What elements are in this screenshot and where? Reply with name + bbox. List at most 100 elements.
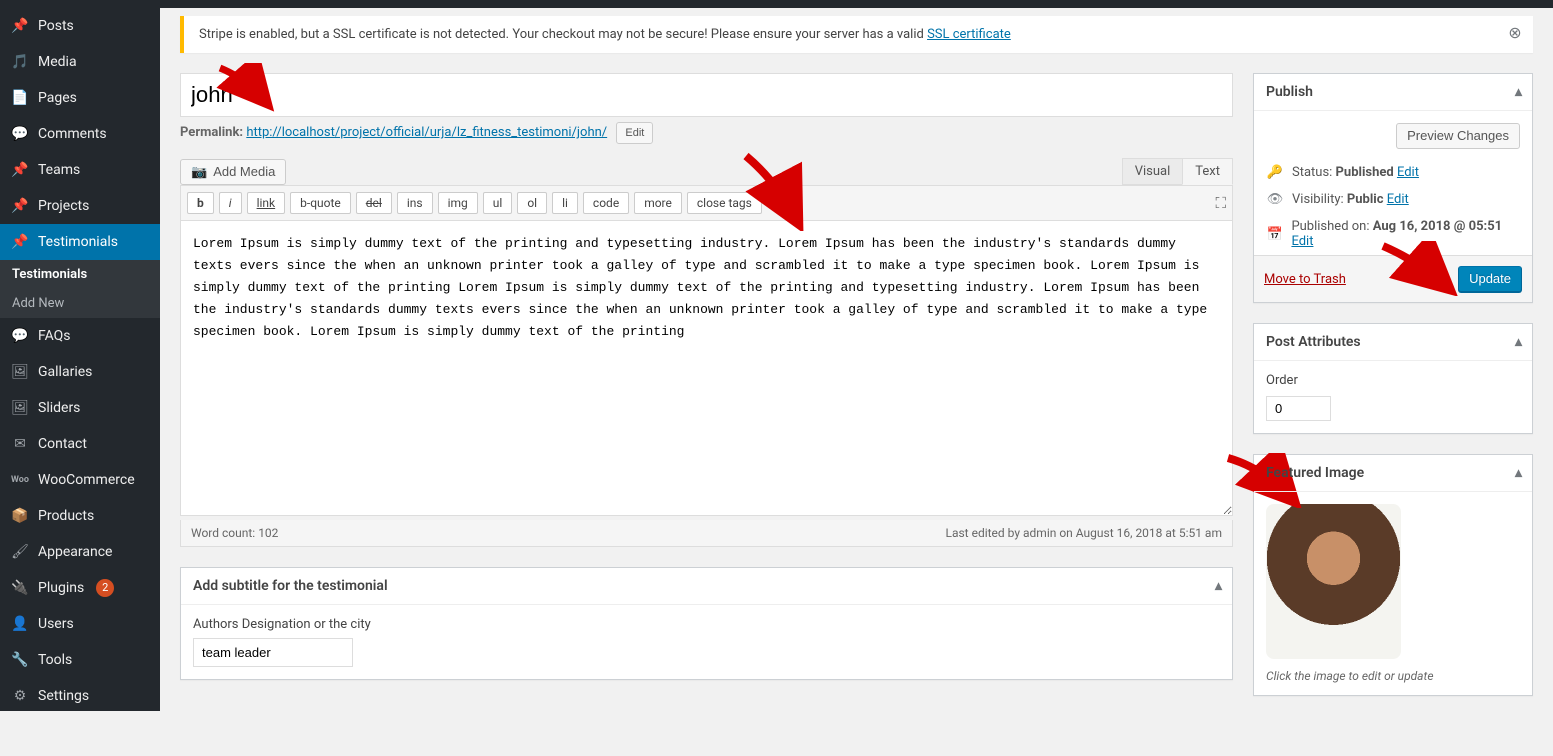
sidebar-item-label: Settings <box>38 688 89 704</box>
sidebar-item-users[interactable]: 👤Users <box>0 606 160 642</box>
qt-ins-button[interactable]: ins <box>397 192 433 214</box>
sidebar-item-plugins[interactable]: 🔌 Plugins 2 <box>0 570 160 606</box>
mail-icon: ✉ <box>10 434 30 454</box>
featured-image-metabox: Featured Image▴ Click the image to edit … <box>1253 454 1533 696</box>
wrench-icon: 🔧 <box>10 650 30 670</box>
sidebar-sub-add-new[interactable]: Add New <box>0 289 160 318</box>
sidebar-item-label: Teams <box>38 162 80 178</box>
qt-ol-button[interactable]: ol <box>517 192 547 214</box>
sidebar-item-label: Comments <box>38 126 107 142</box>
sidebar-item-media[interactable]: 🎵 Media <box>0 44 160 80</box>
notice-text: Stripe is enabled, but a SSL certificate… <box>199 27 927 42</box>
featured-image-thumbnail[interactable] <box>1266 504 1401 659</box>
sliders-icon: ⚙ <box>10 686 30 706</box>
eye-icon: 👁 <box>1266 192 1284 207</box>
word-count: Word count: 102 <box>191 526 278 540</box>
sidebar-item-label: Posts <box>38 18 74 34</box>
publish-metabox: Publish▴ Preview Changes 🔑Status: Publis… <box>1253 73 1533 303</box>
title-wrap <box>180 73 1233 117</box>
sidebar-item-label: Projects <box>38 198 89 214</box>
admin-toolbar <box>0 0 1553 8</box>
sidebar-item-label: WooCommerce <box>38 472 135 488</box>
sidebar-item-label: Sliders <box>38 400 80 416</box>
distraction-free-icon[interactable]: ⛶ <box>1215 194 1226 212</box>
toggle-icon[interactable]: ▴ <box>1215 578 1222 594</box>
qt-closetags-button[interactable]: close tags <box>687 192 762 214</box>
sidebar-item-contact[interactable]: ✉Contact <box>0 426 160 462</box>
plugins-update-badge: 2 <box>96 579 114 597</box>
media-icon: 🎵 <box>10 52 30 72</box>
qt-more-button[interactable]: more <box>634 192 682 214</box>
qt-li-button[interactable]: li <box>552 192 578 214</box>
add-media-button[interactable]: 📷Add Media <box>180 159 286 185</box>
editor-mode-tabs: Visual Text <box>1123 158 1233 185</box>
sidebar-item-label: Media <box>38 54 77 70</box>
ssl-certificate-link[interactable]: SSL certificate <box>927 27 1011 42</box>
sidebar-sub-testimonials-all[interactable]: Testimonials <box>0 260 160 289</box>
qt-ul-button[interactable]: ul <box>483 192 513 214</box>
permalink-url[interactable]: http://localhost/project/official/urja/l… <box>246 125 607 140</box>
edit-status-link[interactable]: Edit <box>1397 165 1419 180</box>
qt-code-button[interactable]: code <box>583 192 629 214</box>
plug-icon: 🔌 <box>10 578 30 598</box>
product-icon: 📦 <box>10 506 30 526</box>
pin-icon: 📌 <box>10 160 30 180</box>
qt-del-button[interactable]: del <box>356 192 392 214</box>
sidebar-item-pages[interactable]: 📄Pages <box>0 80 160 116</box>
pin-icon: 📌 <box>10 16 30 36</box>
page-icon: 📄 <box>10 88 30 108</box>
sidebar-item-products[interactable]: 📦Products <box>0 498 160 534</box>
sidebar-item-appearance[interactable]: 🖌Appearance <box>0 534 160 570</box>
sidebar-item-tools[interactable]: 🔧Tools <box>0 642 160 678</box>
tab-visual[interactable]: Visual <box>1122 158 1184 185</box>
sidebar-item-faqs[interactable]: 💬FAQs <box>0 318 160 354</box>
edit-permalink-button[interactable]: Edit <box>616 122 653 144</box>
pin-icon: 📌 <box>10 232 30 252</box>
edit-visibility-link[interactable]: Edit <box>1387 192 1409 207</box>
brush-icon: 🖌 <box>10 542 30 562</box>
qt-link-button[interactable]: link <box>247 192 286 214</box>
attrs-box-title[interactable]: Post Attributes▴ <box>1254 324 1532 361</box>
sidebar-item-sliders[interactable]: 🖼 Sliders <box>0 390 160 426</box>
permalink-label: Permalink: <box>180 125 246 140</box>
calendar-icon: 📅 <box>1266 227 1283 242</box>
sidebar-item-testimonials[interactable]: 📌Testimonials <box>0 224 160 260</box>
sidebar-item-woocommerce[interactable]: WooWooCommerce <box>0 462 160 498</box>
publish-box-title[interactable]: Publish▴ <box>1254 74 1532 111</box>
post-title-input[interactable] <box>180 73 1233 117</box>
user-icon: 👤 <box>10 614 30 634</box>
subtitle-box-title[interactable]: Add subtitle for the testimonial▴ <box>181 568 1232 605</box>
notice-dismiss-icon[interactable]: ⊗ <box>1505 24 1525 44</box>
visibility-row: 👁Visibility: Public Edit <box>1266 186 1520 213</box>
slides-icon: 🖼 <box>10 398 30 418</box>
designation-input[interactable] <box>193 638 353 667</box>
qt-bold-button[interactable]: b <box>187 192 214 214</box>
update-button[interactable]: Update <box>1458 266 1522 292</box>
sidebar-item-gallaries[interactable]: 🖼Gallaries <box>0 354 160 390</box>
add-media-label: Add Media <box>213 160 275 184</box>
sidebar-item-comments[interactable]: 💬Comments <box>0 116 160 152</box>
sidebar-item-settings[interactable]: ⚙ Settings <box>0 678 160 714</box>
tab-text[interactable]: Text <box>1182 158 1233 185</box>
sidebar-item-posts[interactable]: 📌 Posts <box>0 8 160 44</box>
preview-changes-button[interactable]: Preview Changes <box>1396 123 1520 149</box>
published-date-row: 📅Published on: Aug 16, 2018 @ 05:51 Edit <box>1266 213 1520 255</box>
sidebar-item-label: Plugins <box>38 580 84 596</box>
move-to-trash-link[interactable]: Move to Trash <box>1264 272 1346 287</box>
featured-box-title[interactable]: Featured Image▴ <box>1254 455 1532 492</box>
sidebar-item-projects[interactable]: 📌Projects <box>0 188 160 224</box>
edit-date-link[interactable]: Edit <box>1291 234 1313 249</box>
menu-order-input[interactable] <box>1266 396 1331 421</box>
post-content-textarea[interactable]: Lorem Ipsum is simply dummy text of the … <box>180 221 1233 516</box>
camera-icon: 📷 <box>191 160 207 184</box>
toggle-icon[interactable]: ▴ <box>1515 465 1522 481</box>
sidebar-item-teams[interactable]: 📌 Teams <box>0 152 160 188</box>
qt-img-button[interactable]: img <box>438 192 478 214</box>
permalink-row: Permalink: http://localhost/project/offi… <box>180 122 1233 144</box>
order-label: Order <box>1266 373 1520 388</box>
qt-italic-button[interactable]: i <box>219 192 242 214</box>
qt-bquote-button[interactable]: b-quote <box>290 192 351 214</box>
sidebar-item-label: Gallaries <box>38 364 92 380</box>
toggle-icon[interactable]: ▴ <box>1515 84 1522 100</box>
toggle-icon[interactable]: ▴ <box>1515 334 1522 350</box>
